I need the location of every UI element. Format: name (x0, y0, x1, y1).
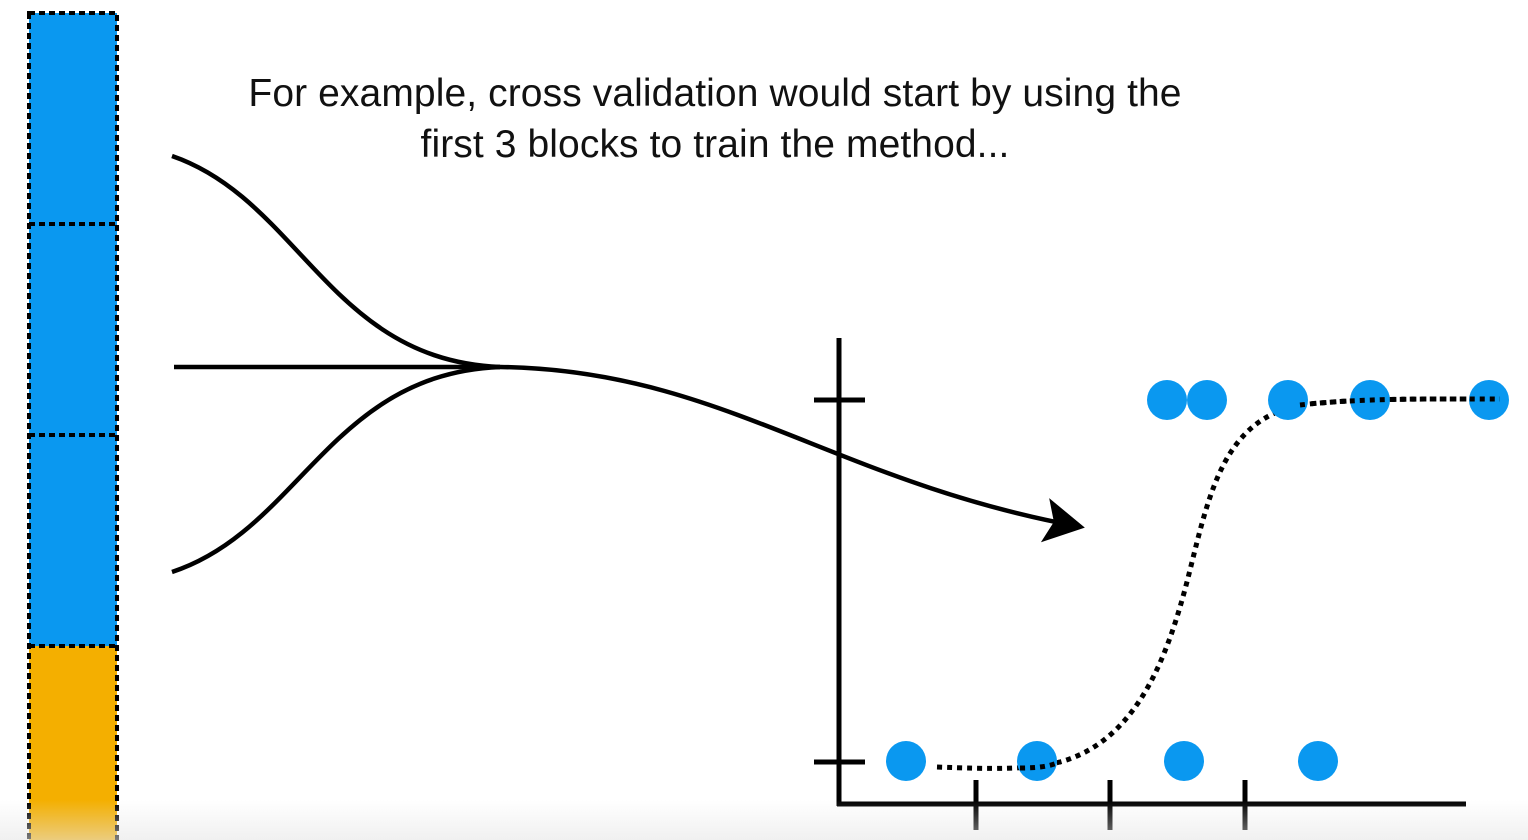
data-point (886, 741, 926, 781)
training-block-3 (29, 435, 117, 646)
data-point (1017, 741, 1057, 781)
data-point (1164, 741, 1204, 781)
training-flow-arrows (171, 153, 1085, 575)
logistic-curve-overlay (1019, 396, 1501, 771)
data-point (1298, 741, 1338, 781)
data-point (1187, 380, 1227, 420)
training-block-1 (29, 13, 117, 224)
data-point (1268, 380, 1308, 420)
data-blocks-column (27, 11, 119, 840)
flow-line-bottom (171, 364, 501, 575)
data-point (1147, 380, 1187, 420)
data-point (1469, 380, 1509, 420)
data-points (886, 380, 1509, 781)
flow-line-top (171, 153, 501, 370)
logistic-curve (936, 396, 1501, 771)
testing-block (29, 646, 117, 840)
flow-arrow-to-plot (499, 364, 1085, 543)
slide: For example, cross validation would star… (0, 0, 1528, 840)
cross-validation-diagram (27, 11, 1509, 840)
training-block-2 (29, 224, 117, 435)
